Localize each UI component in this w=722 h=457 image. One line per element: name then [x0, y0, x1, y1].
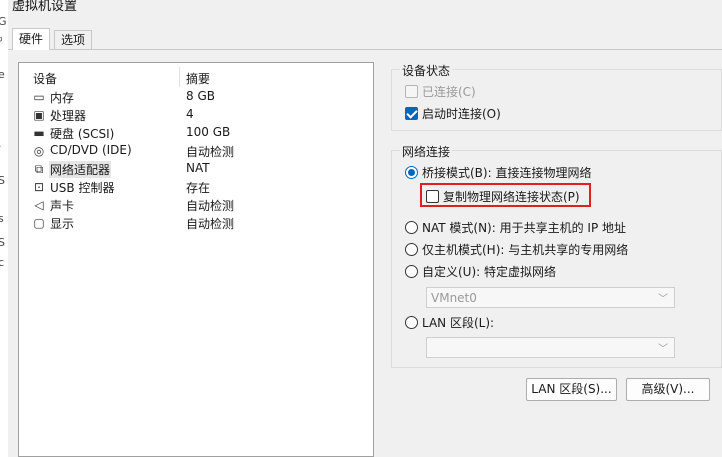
- device-list-header: 设备 摘要: [19, 67, 373, 87]
- summary-column-header[interactable]: 摘要: [186, 70, 210, 87]
- tab-options[interactable]: 选项: [54, 30, 93, 50]
- chevron-down-icon: ﹀: [658, 294, 668, 305]
- edge-text: e: [0, 68, 5, 81]
- device-row-sound-card[interactable]: ◁ 声卡 自动检测: [19, 196, 373, 214]
- sound-card-icon: ◁: [34, 198, 44, 212]
- chevron-down-icon: ﹀: [658, 344, 668, 355]
- device-column-header[interactable]: 设备: [33, 70, 57, 87]
- edge-text: S: [0, 236, 5, 249]
- nat-radio[interactable]: NAT 模式(N): 用于共享主机的 IP 地址: [405, 219, 626, 236]
- radio-dot: [405, 166, 418, 179]
- device-summary: 100 GB: [186, 125, 231, 139]
- checkbox-box: [405, 107, 418, 120]
- device-name: 声卡: [50, 199, 75, 213]
- connected-checkbox[interactable]: 已连接(C): [405, 83, 476, 100]
- edge-text: s: [0, 212, 4, 225]
- device-row-display[interactable]: ▢ 显示 自动检测: [19, 214, 373, 232]
- window-title: 虚拟机设置: [12, 0, 78, 14]
- window-title-bar: 虚拟机设置: [8, 0, 722, 14]
- device-row-hard-disk[interactable]: ▬ 硬盘 (SCSI) 100 GB: [19, 124, 373, 142]
- device-row-memory[interactable]: ▭ 内存 8 GB: [19, 88, 373, 106]
- bridged-label: 桥接模式(B): 直接连接物理网络: [422, 166, 592, 180]
- host-only-label: 仅主机模式(H): 与主机共享的专用网络: [422, 243, 629, 257]
- device-name: USB 控制器: [50, 181, 115, 195]
- device-name: CD/DVD (IDE): [50, 143, 132, 157]
- device-summary: NAT: [186, 161, 210, 175]
- device-name: 处理器: [50, 109, 87, 123]
- device-name: 内存: [50, 91, 75, 105]
- device-list[interactable]: 设备 摘要 ▭ 内存 8 GB ▣ 处理器 4 ▬ 硬盘 (SCSI) 100 …: [18, 62, 374, 457]
- device-row-network-adapter[interactable]: ⧉ 网络适配器 NAT: [19, 160, 373, 178]
- custom-radio[interactable]: 自定义(U): 特定虚拟网络: [405, 263, 556, 280]
- network-connection-title: 网络连接: [400, 143, 453, 160]
- hard-disk-icon: ▬: [33, 126, 45, 140]
- replicate-physical-state-checkbox[interactable]: 复制物理网络连接状态(P): [426, 188, 580, 205]
- device-name: 网络适配器: [49, 161, 112, 178]
- usb-icon: ⊡: [33, 180, 45, 194]
- radio-dot: [405, 316, 418, 329]
- tab-hardware[interactable]: 硬件: [12, 28, 51, 50]
- radio-dot: [405, 221, 418, 234]
- custom-network-select[interactable]: VMnet0 ﹀: [426, 287, 675, 308]
- device-status-title: 设备状态: [400, 62, 453, 79]
- display-icon: ▢: [33, 216, 45, 230]
- background-window-strip: G ᵍ e · S s S c: [0, 0, 8, 457]
- lan-segments-button[interactable]: LAN 区段(S)...: [526, 378, 617, 401]
- advanced-button[interactable]: 高级(V)...: [626, 378, 710, 401]
- tab-strip: 硬件 选项: [8, 28, 722, 50]
- lan-segment-label: LAN 区段(L):: [422, 316, 495, 330]
- edge-text: ·: [0, 140, 2, 153]
- device-name: 硬盘 (SCSI): [50, 127, 115, 141]
- bridged-radio[interactable]: 桥接模式(B): 直接连接物理网络: [405, 164, 591, 181]
- lan-segment-radio[interactable]: LAN 区段(L):: [405, 314, 494, 331]
- device-summary: 4: [186, 107, 194, 121]
- device-summary: 自动检测: [186, 217, 235, 231]
- edge-text: S: [0, 174, 5, 187]
- device-summary: 8 GB: [186, 89, 215, 103]
- column-divider[interactable]: [179, 67, 180, 87]
- device-summary: 存在: [186, 181, 211, 195]
- host-only-radio[interactable]: 仅主机模式(H): 与主机共享的专用网络: [405, 241, 628, 258]
- nat-label: NAT 模式(N): 用于共享主机的 IP 地址: [422, 221, 627, 235]
- edge-text: c: [0, 256, 5, 269]
- lan-segment-select[interactable]: ﹀: [426, 337, 675, 358]
- connected-label: 已连接(C): [422, 85, 476, 99]
- network-adapter-icon: ⧉: [34, 162, 44, 176]
- device-row-processor[interactable]: ▣ 处理器 4: [19, 106, 373, 124]
- radio-dot: [405, 265, 418, 278]
- device-summary: 自动检测: [186, 145, 235, 159]
- edge-text: ᵍ: [0, 34, 3, 47]
- memory-icon: ▭: [33, 90, 45, 104]
- processor-icon: ▣: [33, 108, 45, 122]
- radio-dot: [405, 243, 418, 256]
- checkbox-box: [405, 85, 418, 98]
- custom-label: 自定义(U): 特定虚拟网络: [422, 265, 557, 279]
- device-row-usb-controller[interactable]: ⊡ USB 控制器 存在: [19, 178, 373, 196]
- device-summary: 自动检测: [186, 199, 235, 213]
- custom-network-value: VMnet0: [431, 291, 477, 305]
- connect-at-power-on-label: 启动时连接(O): [422, 107, 501, 121]
- connect-at-power-on-checkbox[interactable]: 启动时连接(O): [405, 105, 501, 122]
- replicate-physical-state-label: 复制物理网络连接状态(P): [443, 190, 580, 204]
- checkbox-box: [426, 190, 439, 203]
- edge-text: G: [0, 15, 7, 28]
- device-row-cd-dvd[interactable]: ◎ CD/DVD (IDE) 自动检测: [19, 142, 373, 160]
- cd-dvd-icon: ◎: [33, 144, 45, 158]
- device-name: 显示: [50, 217, 75, 231]
